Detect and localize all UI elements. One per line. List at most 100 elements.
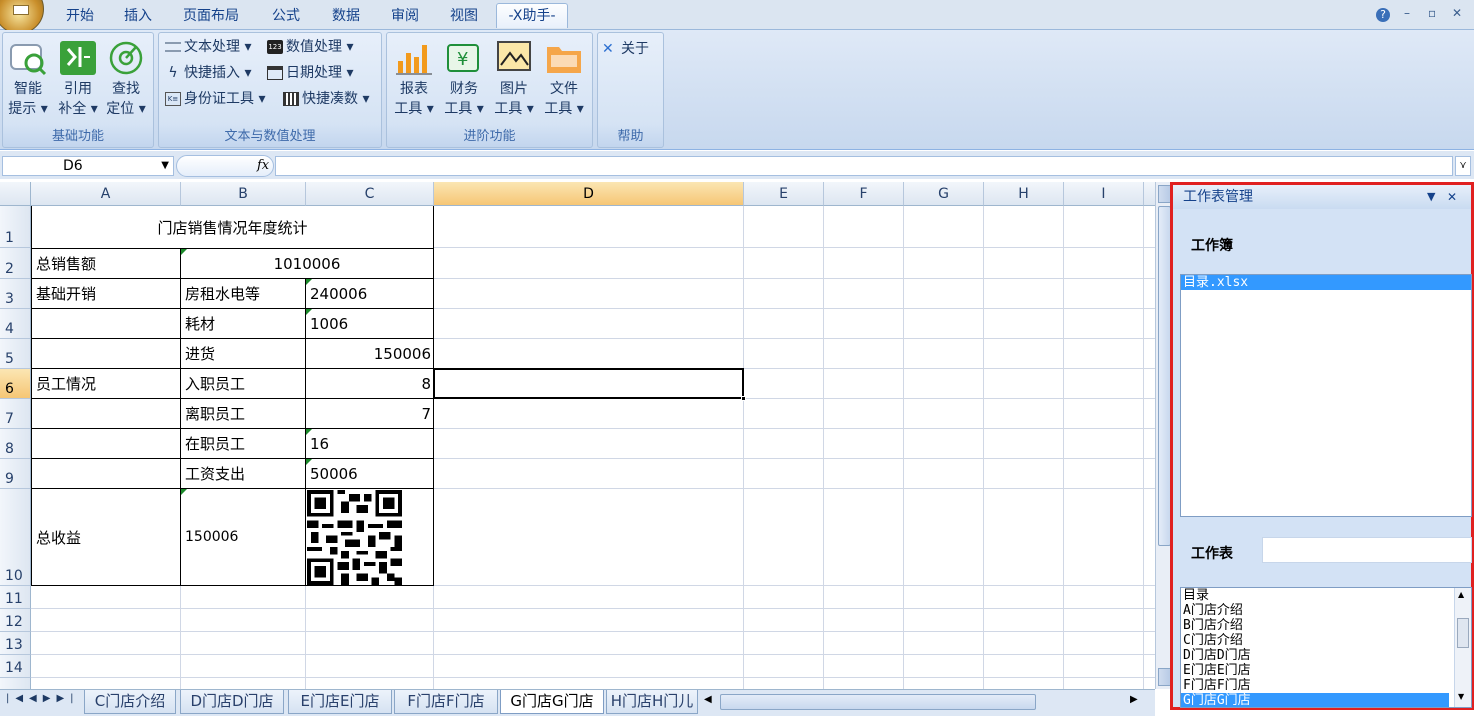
column-header-j[interactable]	[1144, 182, 1155, 206]
sheet-list-item[interactable]: B门店介绍	[1181, 618, 1471, 633]
sheet-list[interactable]: 目录 A门店介绍 B门店介绍 C门店介绍 D门店D门店 E门店E门店 F门店F门…	[1180, 587, 1472, 708]
cell-b8[interactable]: 在职员工	[181, 429, 305, 458]
row-header-6[interactable]: 6	[0, 369, 31, 399]
sheet-nav-arrows-icon[interactable]: |◀◀▶▶|	[6, 693, 80, 704]
ref-complete-button[interactable]: 引用 补全 ▾	[55, 37, 101, 119]
image-tool-button[interactable]: 图片 工具 ▾	[491, 37, 537, 119]
row-header-14[interactable]: 14	[0, 655, 31, 678]
sheet-list-item[interactable]: 目录	[1181, 588, 1471, 603]
panel-menu-chevron-icon[interactable]: ▼	[1427, 185, 1435, 209]
column-header-a[interactable]: A	[31, 182, 181, 206]
qr-code-image[interactable]	[307, 490, 402, 585]
scroll-thumb[interactable]	[1457, 618, 1469, 648]
finance-tool-button[interactable]: ¥ 财务 工具 ▾	[441, 37, 487, 119]
tab-review[interactable]: 审阅	[377, 6, 433, 28]
sheet-tab[interactable]: E门店E门店	[288, 690, 392, 714]
cell-c6[interactable]: 8	[306, 369, 433, 398]
find-locate-button[interactable]: 查找 定位 ▾	[103, 37, 149, 119]
cell-b7[interactable]: 离职员工	[181, 399, 305, 428]
sheet-tab[interactable]: F门店F门店	[394, 690, 498, 714]
sheet-list-item[interactable]: C门店介绍	[1181, 633, 1471, 648]
cell-b9[interactable]: 工资支出	[181, 459, 305, 488]
tab-home[interactable]: 开始	[52, 6, 108, 28]
expand-formula-icon[interactable]: ⋎	[1455, 156, 1471, 176]
tab-page-layout[interactable]: 页面布局	[170, 6, 252, 28]
row-header-2[interactable]: 2	[0, 248, 31, 279]
text-process-button[interactable]: 文本处理 ▾	[165, 36, 251, 58]
cell-b4[interactable]: 耗材	[181, 309, 305, 338]
row-header-15[interactable]	[0, 678, 31, 689]
hscroll-thumb[interactable]	[720, 694, 1036, 710]
quick-sum-button[interactable]: 快捷凑数 ▾	[283, 88, 369, 110]
office-button-icon[interactable]	[0, 0, 44, 34]
row-header-7[interactable]: 7	[0, 399, 31, 429]
cell-c5[interactable]: 150006	[306, 339, 433, 368]
cell-b10[interactable]: 150006	[181, 489, 305, 585]
column-header-d[interactable]: D	[434, 182, 744, 206]
cell-c9[interactable]: 50006	[306, 459, 433, 488]
sheet-search-input[interactable]	[1262, 537, 1472, 563]
scroll-up-icon[interactable]: ▲	[1458, 590, 1464, 599]
row-header-3[interactable]: 3	[0, 279, 31, 309]
tab-data[interactable]: 数据	[318, 6, 374, 28]
id-card-tool-button[interactable]: K≡ 身份证工具 ▾	[165, 88, 265, 110]
row-header-10[interactable]: 10	[0, 489, 31, 586]
cell-b3[interactable]: 房租水电等	[181, 279, 305, 308]
tab-formulas[interactable]: 公式	[258, 6, 314, 28]
sheet-list-item[interactable]: A门店介绍	[1181, 603, 1471, 618]
close-icon[interactable]: ✕	[1452, 6, 1462, 20]
cell-b5[interactable]: 进货	[181, 339, 305, 368]
quick-insert-button[interactable]: ϟ 快捷插入 ▾	[165, 62, 251, 84]
sheet-tab[interactable]: C门店介绍	[84, 690, 176, 714]
column-header-g[interactable]: G	[904, 182, 984, 206]
column-header-f[interactable]: F	[824, 182, 904, 206]
sheet-list-item[interactable]: D门店D门店	[1181, 648, 1471, 663]
chevron-down-icon[interactable]: ▼	[161, 157, 169, 175]
cell-c7[interactable]: 7	[306, 399, 433, 428]
column-header-e[interactable]: E	[744, 182, 824, 206]
restore-icon[interactable]: ▫	[1428, 6, 1436, 20]
cell-a10[interactable]: 总收益	[32, 489, 180, 585]
column-header-b[interactable]: B	[181, 182, 306, 206]
row-header-5[interactable]: 5	[0, 339, 31, 369]
tab-x-helper[interactable]: -X助手-	[496, 3, 568, 28]
tab-view[interactable]: 视图	[436, 6, 492, 28]
selected-cell-d6[interactable]	[433, 368, 744, 399]
date-process-button[interactable]: 日期处理 ▾	[267, 62, 353, 84]
report-tool-button[interactable]: 报表 工具 ▾	[391, 37, 437, 119]
file-tool-button[interactable]: 文件 工具 ▾	[541, 37, 587, 119]
sheet-list-scrollbar[interactable]: ▲ ▼	[1454, 588, 1471, 707]
hscroll-left-icon[interactable]: ◀	[704, 694, 716, 710]
select-all-corner[interactable]	[0, 182, 31, 206]
fx-button[interactable]: fx	[176, 155, 274, 177]
row-header-13[interactable]: 13	[0, 632, 31, 655]
help-icon[interactable]: ?	[1376, 8, 1390, 22]
row-header-9[interactable]: 9	[0, 459, 31, 489]
cell-b6[interactable]: 入职员工	[181, 369, 305, 398]
name-box[interactable]: D6 ▼	[2, 156, 174, 176]
row-header-12[interactable]: 12	[0, 609, 31, 632]
cell-c8[interactable]: 16	[306, 429, 433, 458]
cell-b2[interactable]: 1010006	[181, 249, 433, 278]
cell-title[interactable]: 门店销售情况年度统计	[32, 207, 433, 248]
spreadsheet-grid[interactable]: A B C D E F G H I 1 2 3 4 5 6 7 8 9 10 1…	[0, 182, 1155, 689]
scroll-down-icon[interactable]: ▼	[1458, 692, 1464, 701]
row-header-11[interactable]: 11	[0, 586, 31, 609]
smart-hint-button[interactable]: 智能 提示 ▾	[5, 37, 51, 119]
tab-insert[interactable]: 插入	[110, 6, 166, 28]
column-header-c[interactable]: C	[306, 182, 434, 206]
cell-c3[interactable]: 240006	[306, 279, 433, 308]
cell-c4[interactable]: 1006	[306, 309, 433, 338]
cell-a3[interactable]: 基础开销	[32, 279, 180, 308]
number-process-button[interactable]: 123 数值处理 ▾	[267, 36, 353, 58]
column-header-h[interactable]: H	[984, 182, 1064, 206]
workbook-item[interactable]: 目录.xlsx	[1181, 275, 1471, 290]
sheet-list-item[interactable]: E门店E门店	[1181, 663, 1471, 678]
formula-input[interactable]	[275, 156, 1453, 176]
sheet-tab[interactable]: H门店H门儿	[606, 690, 698, 714]
hscroll-right-icon[interactable]: ▶	[1130, 694, 1142, 710]
minimize-icon[interactable]: –	[1404, 6, 1410, 20]
row-header-8[interactable]: 8	[0, 429, 31, 459]
sheet-tab[interactable]: D门店D门店	[180, 690, 284, 714]
about-button[interactable]: ✕ 关于	[602, 38, 649, 60]
